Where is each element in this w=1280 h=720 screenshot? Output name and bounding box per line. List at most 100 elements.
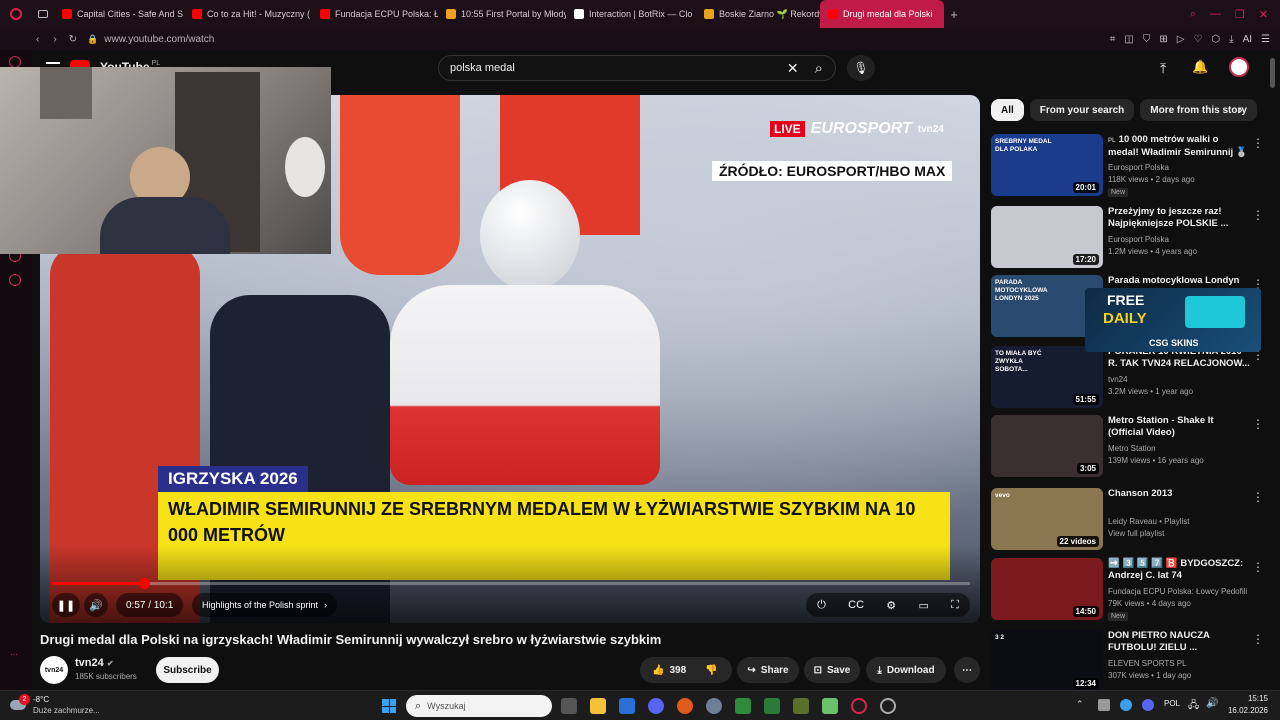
search-icon[interactable]: ⌕ [815, 60, 823, 77]
rec-more-icon[interactable]: ⋮ [1252, 417, 1264, 431]
menu-icon[interactable]: ☰ [1261, 34, 1270, 45]
taskbar-search[interactable]: ⌕ Wyszukaj [406, 695, 552, 717]
recommendation-item[interactable]: 14:50 ➡️ 3️⃣ 5️⃣ 7️⃣ 🅱️ BYDGOSZCZ: Andrze… [991, 558, 1280, 622]
tab-islands-icon[interactable] [32, 10, 54, 18]
notifications-icon[interactable]: 🔔 [1192, 59, 1208, 75]
rec-channel[interactable]: Metro Station [1108, 444, 1156, 453]
rec-channel[interactable]: Eurosport Polska [1108, 163, 1169, 172]
autoplay-toggle[interactable]: ⏻ [817, 599, 826, 612]
rec-more-icon[interactable]: ⋮ [1252, 560, 1264, 574]
app-m-icon[interactable] [619, 698, 635, 714]
rec-title[interactable]: ➡️ 3️⃣ 5️⃣ 7️⃣ 🅱️ BYDGOSZCZ: Andrzej C. … [1108, 558, 1250, 582]
app-book-icon[interactable] [764, 698, 780, 714]
browser-tab[interactable]: Fundacja ECPU Polska: Ło [312, 0, 438, 28]
browser-tab[interactable]: Drugi medal dla Polski [820, 0, 944, 28]
recommendation-item[interactable]: 17:20 Przeżyjmy to jeszcze raz! Najpiękni… [991, 206, 1280, 270]
subscribe-button[interactable]: Subscribe [156, 657, 219, 683]
weather-widget[interactable]: 2 [10, 694, 30, 716]
browser-tab[interactable]: Boskie Ziarno 🌱 Rekordy [696, 0, 820, 28]
heart-icon[interactable]: ♡ [1193, 34, 1202, 45]
recommendation-item[interactable]: TO MIAŁA BYĆ ZWYKŁA SOBOTA...51:55PORANE… [991, 346, 1280, 410]
upload-icon[interactable]: ⤒ [1160, 60, 1166, 77]
tray-chevron-icon[interactable]: ⌃ [1076, 699, 1084, 710]
file-explorer-icon[interactable] [590, 698, 606, 714]
sidebar-settings-icon[interactable] [9, 274, 21, 286]
rec-thumbnail[interactable]: vevo 22 videos [991, 488, 1103, 550]
channel-avatar[interactable]: tvn24 [40, 656, 68, 684]
rec-thumbnail[interactable]: TO MIAŁA BYĆ ZWYKŁA SOBOTA... 51:55 [991, 346, 1103, 408]
rec-title[interactable]: Przeżyjmy to jeszcze raz! Najpiękniejsze… [1108, 206, 1250, 230]
ai-icon[interactable]: AI [1243, 34, 1252, 45]
recommendation-item[interactable]: vevo 22 videos Chanson 2013 Leidy Raveau • … [991, 488, 1280, 552]
rec-channel[interactable]: ELEVEN SPORTS PL [1108, 659, 1187, 668]
chevron-right-icon[interactable]: › [1238, 101, 1243, 117]
tray-cloud-icon[interactable] [1120, 699, 1132, 711]
voice-search-icon[interactable]: 🎙 [847, 55, 875, 81]
cube-icon[interactable]: ⬡ [1211, 34, 1220, 45]
rec-thumbnail[interactable]: 17:20 [991, 206, 1103, 268]
captions-icon[interactable]: CC [848, 599, 864, 611]
search-box[interactable]: polska medal ✕ ⌕ [438, 55, 836, 81]
app-film-icon[interactable] [793, 698, 809, 714]
ad-banner[interactable]: FREE DAILY CSG SKINS [1085, 288, 1261, 352]
rec-more-icon[interactable]: ⋮ [1252, 208, 1264, 222]
rec-channel[interactable]: tvn24 [1108, 375, 1128, 384]
shield-icon[interactable]: ⛉ [1143, 34, 1151, 45]
app-green-icon[interactable] [735, 698, 751, 714]
back-icon[interactable]: ‹ [36, 34, 39, 45]
sidebar-more-icon[interactable]: ⋯ [10, 650, 18, 659]
progress-knob[interactable] [138, 578, 150, 589]
opera-logo[interactable] [0, 0, 32, 28]
rec-title[interactable]: Chanson 2013 [1108, 488, 1250, 500]
discord-icon[interactable] [648, 698, 664, 714]
chip-from-your-search[interactable]: From your search [1029, 99, 1135, 121]
rec-thumbnail[interactable]: 3:05 [991, 415, 1103, 477]
url-field[interactable]: www.youtube.com/watch [104, 34, 214, 45]
download-icon[interactable]: ⤓ [1229, 34, 1233, 45]
browser-tab[interactable]: 10:55 First Portal by Młody [438, 0, 566, 28]
pause-icon[interactable]: ❚❚ [52, 593, 80, 617]
rec-more-icon[interactable]: ⋮ [1252, 136, 1264, 150]
recommendation-item[interactable]: 3 2 12:34 DON PIETRO NAUCZA FUTBOLU! ZIELU… [991, 630, 1280, 694]
rec-thumbnail[interactable]: 14:50 [991, 558, 1103, 620]
like-icon[interactable]: 👍 [652, 665, 664, 676]
screenshot-icon[interactable]: ⌗ [1110, 34, 1116, 45]
volume-icon[interactable]: 🔊 [84, 593, 108, 617]
rec-thumbnail[interactable]: SREBRNY MEDAL DLA POLAKA 20:01 [991, 134, 1103, 196]
app-red-icon[interactable] [677, 698, 693, 714]
share-button[interactable]: ↪ Share [737, 657, 799, 683]
save-button[interactable]: ⊡ Save [804, 657, 860, 683]
reload-icon[interactable]: ↻ [69, 34, 77, 45]
chapter-button[interactable]: Highlights of the Polish sprint › [192, 593, 338, 617]
clock-date[interactable]: 16.02.2026 [1218, 706, 1268, 715]
opera-taskbar-icon[interactable] [851, 698, 867, 714]
progress-track[interactable] [52, 582, 970, 585]
browser-tab[interactable]: Co to za Hit! - Muzyczny ( [184, 0, 312, 28]
chip-all[interactable]: All [991, 99, 1024, 121]
channel-name[interactable]: tvn24 ✔ [75, 657, 114, 669]
rec-title[interactable]: Metro Station - Shake It (Official Video… [1108, 415, 1250, 439]
tray-app-icon[interactable] [1098, 699, 1110, 711]
clock-time[interactable]: 15:15 [1228, 694, 1268, 703]
like-count[interactable]: 398 [669, 665, 686, 676]
rec-more-icon[interactable]: ⋮ [1252, 490, 1264, 504]
language-indicator[interactable]: POL [1164, 699, 1180, 708]
maximize-icon[interactable]: ❐ [1235, 8, 1245, 21]
recommendation-item[interactable]: SREBRNY MEDAL DLA POLAKA 20:01 PL 10 000 me… [991, 134, 1280, 198]
account-avatar[interactable] [1229, 57, 1249, 77]
rec-thumbnail[interactable]: 3 2 12:34 [991, 630, 1103, 692]
task-view-icon[interactable] [561, 698, 577, 714]
rec-channel[interactable]: Eurosport Polska [1108, 235, 1169, 244]
dislike-icon[interactable]: 👎 [705, 665, 717, 676]
download-button[interactable]: ⤓ Download [866, 657, 946, 683]
search-input[interactable]: polska medal [450, 62, 787, 74]
app-cube-icon[interactable] [822, 698, 838, 714]
windows-start-icon[interactable] [382, 699, 396, 713]
minimize-icon[interactable]: — [1210, 8, 1221, 21]
play-icon[interactable]: ▷ [1177, 34, 1185, 45]
rec-channel[interactable]: Fundacja ECPU Polska: Łowcy Pedofili [1108, 587, 1247, 596]
pin-icon[interactable]: ◫ [1124, 34, 1133, 45]
settings-icon[interactable]: ⚙ [886, 599, 896, 612]
rec-channel[interactable]: Leidy Raveau • Playlist [1108, 517, 1190, 526]
forward-icon[interactable]: › [53, 34, 56, 45]
